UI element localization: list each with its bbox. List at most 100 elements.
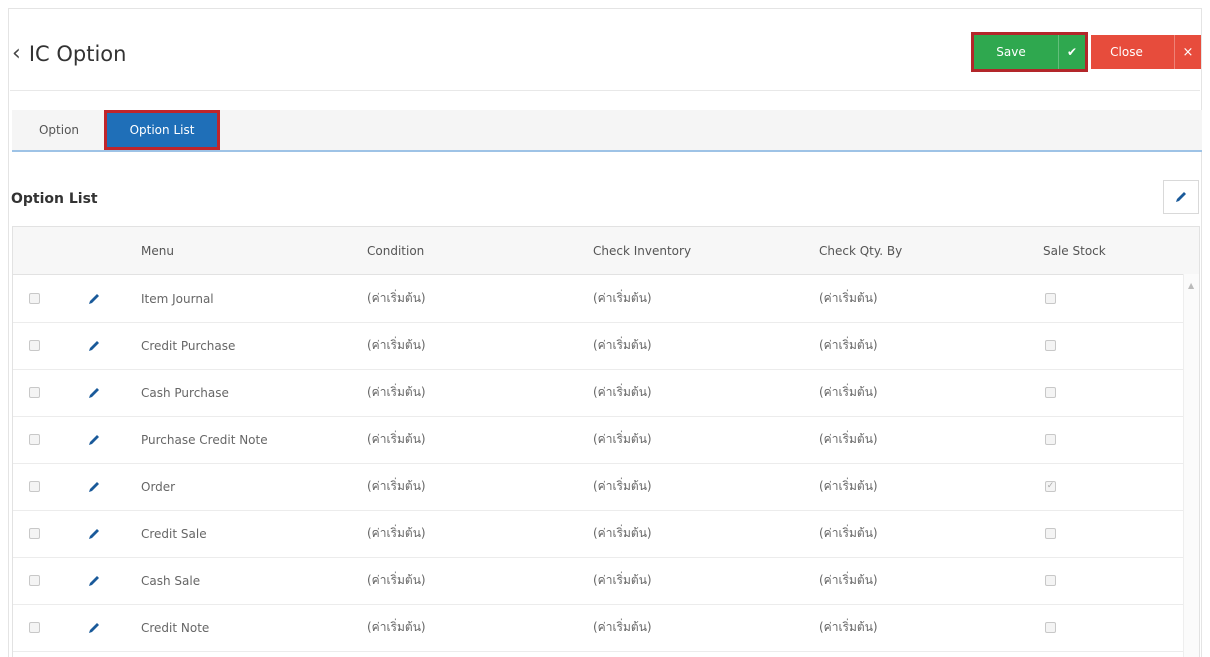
vertical-scrollbar[interactable]: ▲ (1183, 274, 1199, 657)
column-header-menu[interactable]: Menu (141, 227, 174, 274)
column-header-sale-stock[interactable]: Sale Stock (1043, 227, 1106, 274)
column-header-check-qty-by[interactable]: Check Qty. By (819, 227, 902, 274)
cell-check-inventory[interactable]: (ค่าเริ่มต้น) (593, 510, 652, 557)
row-edit-button[interactable] (87, 369, 101, 416)
cell-check-qty-by[interactable]: (ค่าเริ่มต้น) (819, 557, 878, 604)
row-edit-button[interactable] (87, 604, 101, 651)
column-header-condition[interactable]: Condition (367, 227, 424, 274)
save-button[interactable]: Save ✔ (971, 32, 1088, 72)
table-row[interactable]: Cash Sale (ค่าเริ่มต้น) (ค่าเริ่มต้น) (ค่าเ… (13, 557, 1185, 605)
tab-option-list[interactable]: Option List (104, 110, 220, 150)
row-select-checkbox[interactable] (29, 528, 40, 539)
cell-check-inventory[interactable]: (ค่าเริ่มต้น) (593, 557, 652, 604)
table-row[interactable]: Item Journal (ค่าเริ่มต้น) (ค่าเริ่มต้น) (ค… (13, 275, 1185, 323)
cell-sale-stock (1045, 557, 1056, 604)
cell-condition[interactable]: (ค่าเริ่มต้น) (367, 557, 426, 604)
row-edit-button[interactable] (87, 416, 101, 463)
cell-condition[interactable]: (ค่าเริ่มต้น) (367, 322, 426, 369)
cell-check-inventory[interactable]: (ค่าเริ่มต้น) (593, 416, 652, 463)
row-select-checkbox[interactable] (29, 340, 40, 351)
cell-check-inventory[interactable]: (ค่าเริ่มต้น) (593, 369, 652, 416)
cell-check-inventory[interactable]: (ค่าเริ่มต้น) (593, 604, 652, 651)
sale-stock-checkbox[interactable] (1045, 528, 1056, 539)
pencil-icon (89, 387, 99, 398)
row-select-cell (29, 275, 40, 322)
table-row[interactable]: Credit Note (ค่าเริ่มต้น) (ค่าเริ่มต้น) (ค่… (13, 604, 1185, 652)
close-button-label: Close (1110, 45, 1143, 59)
chevron-left-icon[interactable]: ‹ (12, 43, 21, 65)
cell-sale-stock (1045, 416, 1056, 463)
row-edit-button[interactable] (87, 322, 101, 369)
pencil-icon (89, 340, 99, 351)
row-select-checkbox[interactable] (29, 387, 40, 398)
page-title: IC Option (28, 42, 127, 66)
sale-stock-checkbox[interactable] (1045, 387, 1056, 398)
cell-check-qty-by[interactable]: (ค่าเริ่มต้น) (819, 322, 878, 369)
table-row[interactable]: Credit Purchase (ค่าเริ่มต้น) (ค่าเริ่มต้น… (13, 322, 1185, 370)
row-select-cell (29, 369, 40, 416)
sale-stock-checkbox[interactable] (1045, 434, 1056, 445)
cell-check-qty-by[interactable]: (ค่าเริ่มต้น) (819, 275, 878, 322)
pencil-icon (89, 434, 99, 445)
section-title: Option List (11, 191, 98, 207)
cell-menu: Cash Sale (141, 573, 201, 588)
cell-sale-stock (1045, 510, 1056, 557)
cell-menu: Credit Note (141, 620, 210, 635)
cell-condition[interactable]: (ค่าเริ่มต้น) (367, 604, 426, 651)
row-edit-button[interactable] (87, 275, 101, 322)
row-select-checkbox[interactable] (29, 293, 40, 304)
edit-list-button[interactable] (1163, 180, 1199, 214)
table-row[interactable]: Purchase Credit Note (ค่าเริ่มต้น) (ค่าเริ… (13, 416, 1185, 464)
cell-menu: Credit Purchase (141, 338, 236, 353)
tab-option[interactable]: Option (26, 110, 92, 150)
cell-menu: Order (141, 479, 176, 494)
back-link[interactable]: ‹ IC Option (12, 42, 126, 66)
cell-condition[interactable]: (ค่าเริ่มต้น) (367, 510, 426, 557)
row-select-checkbox[interactable] (29, 434, 40, 445)
sale-stock-checkbox[interactable] (1045, 293, 1056, 304)
cell-menu: Credit Sale (141, 526, 207, 541)
table-row[interactable]: Order (ค่าเริ่มต้น) (ค่าเริ่มต้น) (ค่าเริ่ม… (13, 463, 1185, 511)
cell-menu: Cash Purchase (141, 385, 229, 400)
pencil-icon (89, 622, 99, 633)
scroll-up-icon[interactable]: ▲ (1188, 281, 1194, 290)
option-list-table: Menu Condition Check Inventory Check Qty… (12, 226, 1200, 657)
sale-stock-checkbox[interactable] (1045, 622, 1056, 633)
save-button-label: Save (996, 45, 1026, 59)
close-button[interactable]: Close × (1091, 35, 1201, 69)
sale-stock-checkbox[interactable] (1045, 340, 1056, 351)
row-select-cell (29, 604, 40, 651)
table-row[interactable]: Cash Purchase (ค่าเริ่มต้น) (ค่าเริ่มต้น) (… (13, 369, 1185, 417)
pencil-icon (89, 575, 99, 586)
cell-check-qty-by[interactable]: (ค่าเริ่มต้น) (819, 510, 878, 557)
page-header: ‹ IC Option Save ✔ Close × (10, 28, 1201, 91)
cell-sale-stock (1045, 369, 1056, 416)
cell-check-inventory[interactable]: (ค่าเริ่มต้น) (593, 463, 652, 510)
cell-condition[interactable]: (ค่าเริ่มต้น) (367, 275, 426, 322)
sale-stock-checkbox[interactable] (1045, 575, 1056, 586)
row-edit-button[interactable] (87, 510, 101, 557)
cell-sale-stock (1045, 604, 1056, 651)
cell-menu: Purchase Credit Note (141, 432, 268, 447)
sale-stock-checkbox[interactable]: ✓ (1045, 481, 1056, 492)
cell-check-qty-by[interactable]: (ค่าเริ่มต้น) (819, 416, 878, 463)
cell-condition[interactable]: (ค่าเริ่มต้น) (367, 463, 426, 510)
cell-condition[interactable]: (ค่าเริ่มต้น) (367, 369, 426, 416)
row-select-cell (29, 557, 40, 604)
cell-condition[interactable]: (ค่าเริ่มต้น) (367, 416, 426, 463)
cell-check-qty-by[interactable]: (ค่าเริ่มต้น) (819, 369, 878, 416)
table-row[interactable]: Credit Sale (ค่าเริ่มต้น) (ค่าเริ่มต้น) (ค่… (13, 510, 1185, 558)
cell-check-inventory[interactable]: (ค่าเริ่มต้น) (593, 275, 652, 322)
row-select-checkbox[interactable] (29, 622, 40, 633)
cell-check-qty-by[interactable]: (ค่าเริ่มต้น) (819, 604, 878, 651)
row-select-checkbox[interactable] (29, 481, 40, 492)
x-icon: × (1174, 35, 1201, 69)
row-edit-button[interactable] (87, 557, 101, 604)
cell-check-qty-by[interactable]: (ค่าเริ่มต้น) (819, 463, 878, 510)
row-select-checkbox[interactable] (29, 575, 40, 586)
cell-sale-stock (1045, 322, 1056, 369)
row-edit-button[interactable] (87, 463, 101, 510)
row-select-cell (29, 463, 40, 510)
cell-check-inventory[interactable]: (ค่าเริ่มต้น) (593, 322, 652, 369)
column-header-check-inventory[interactable]: Check Inventory (593, 227, 691, 274)
